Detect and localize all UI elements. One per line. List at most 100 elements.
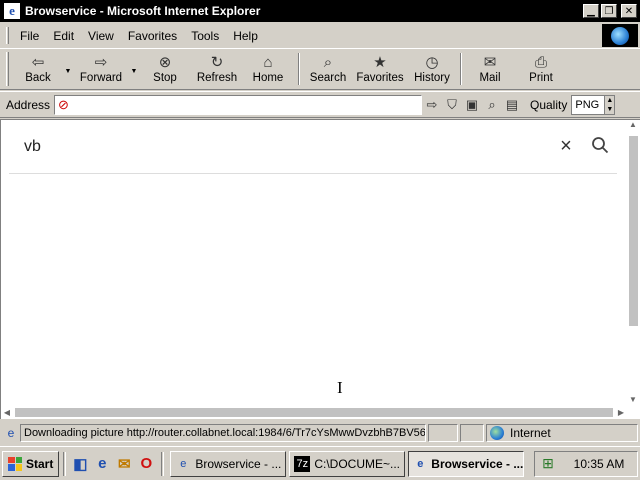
find-icon[interactable]: ⌕ (482, 97, 502, 113)
standard-toolbar: ⇦ Back ▼ ⇨ Forward ▼ ⊗ Stop ↻ Refresh ⌂ … (0, 48, 640, 90)
show-desktop-icon[interactable]: ◧ (69, 455, 91, 473)
quality-select[interactable]: PNG ▲ ▼ (571, 94, 616, 115)
start-button[interactable]: Start (2, 450, 60, 477)
search-box: × (9, 120, 617, 174)
forward-dropdown-icon[interactable]: ▼ (129, 68, 139, 75)
print-button[interactable]: ⎙ Print (513, 49, 569, 89)
title-bar: e Browservice - Microsoft Internet Explo… (0, 0, 640, 22)
scroll-up-icon[interactable]: ▲ (626, 120, 640, 132)
windows-logo-icon (8, 456, 22, 471)
address-field[interactable]: ⊘ (54, 94, 422, 115)
print-icon: ⎙ (534, 53, 547, 71)
clock[interactable]: 10:35 AM (561, 457, 637, 471)
status-bar: e Downloading picture http://router.coll… (0, 422, 640, 444)
quality-value: PNG (575, 98, 600, 111)
menu-grip[interactable] (6, 27, 9, 44)
toolbar-grip[interactable] (6, 52, 9, 86)
toolbar-separator (460, 53, 462, 85)
open-page-icon[interactable]: ▣ (462, 97, 482, 113)
task-button-browservice-1[interactable]: e Browservice - ... (170, 450, 287, 477)
minimize-button[interactable]: ▁ (583, 4, 599, 18)
taskbar-separator (161, 451, 165, 476)
scroll-right-icon[interactable]: ▶ (615, 408, 627, 417)
refresh-button[interactable]: ↻ Refresh (191, 49, 243, 89)
vertical-scrollbar[interactable]: ▲ ▼ (626, 120, 640, 407)
address-label: Address (6, 97, 51, 112)
restore-icon: ❐ (604, 5, 614, 17)
clipboard-icon[interactable]: ▤ (502, 97, 522, 113)
menu-tools[interactable]: Tools (184, 26, 226, 46)
favorites-button[interactable]: ★ Favorites (351, 49, 409, 89)
search-button[interactable]: ⌕ Search (305, 49, 351, 89)
address-bar: Address ⊘ ⇨ ⛉ ▣ ⌕ ▤ Quality PNG ▲ ▼ (0, 91, 640, 118)
stop-icon: ⊗ (158, 53, 172, 71)
task-label: Browservice - ... (195, 456, 282, 471)
task-button-cmd[interactable]: 7z C:\DOCUME~... (289, 450, 406, 477)
horizontal-scrollbar[interactable]: ◀ ▶ (1, 406, 627, 419)
menu-file[interactable]: File (13, 26, 46, 46)
bookmark-icon[interactable]: ⛉ (442, 97, 462, 113)
minimize-icon: ▁ (587, 5, 595, 17)
mail-button[interactable]: ✉ Mail (467, 49, 513, 89)
ie-task-icon: e (180, 457, 187, 470)
home-button[interactable]: ⌂ Home (243, 49, 293, 89)
throbber (602, 24, 638, 47)
internet-zone-icon (490, 426, 504, 440)
close-button[interactable]: ✕ (621, 4, 637, 18)
refresh-label: Refresh (196, 71, 238, 84)
stop-button[interactable]: ⊗ Stop (139, 49, 191, 89)
menu-bar: File Edit View Favorites Tools Help (0, 24, 640, 47)
vertical-scroll-thumb[interactable] (629, 136, 638, 326)
back-dropdown-icon[interactable]: ▼ (63, 68, 73, 75)
home-label: Home (252, 71, 284, 84)
clear-icon[interactable]: × (549, 135, 583, 158)
search-icon: ⌕ (323, 53, 333, 71)
globe-icon (611, 26, 629, 45)
opera-icon[interactable]: O (135, 455, 157, 472)
spinner-icon[interactable]: ▲ ▼ (604, 95, 615, 114)
menu-edit[interactable]: Edit (46, 26, 81, 46)
status-text: Downloading picture http://router.collab… (20, 424, 426, 442)
status-progress-cell (428, 424, 458, 442)
quality-label: Quality (530, 97, 568, 112)
scroll-down-icon[interactable]: ▼ (626, 395, 640, 407)
taskbar: Start ◧ e ✉ O e Browservice - ... 7z C:\… (0, 446, 640, 480)
network-icon[interactable]: ⊞ (535, 455, 561, 472)
history-icon: ◷ (425, 53, 439, 71)
window-title: Browservice - Microsoft Internet Explore… (25, 4, 261, 18)
task-label: Browservice - ... (431, 456, 524, 471)
mail-label: Mail (479, 71, 501, 84)
scroll-left-icon[interactable]: ◀ (1, 408, 13, 417)
back-button[interactable]: ⇦ Back (13, 49, 63, 89)
internet-explorer-icon[interactable]: e (91, 455, 113, 472)
stop-label: Stop (153, 71, 177, 84)
close-icon: ✕ (624, 5, 634, 17)
history-button[interactable]: ◷ History (409, 49, 455, 89)
home-icon: ⌂ (263, 53, 273, 71)
taskbar-separator (63, 451, 67, 476)
ie-icon[interactable]: e (4, 3, 20, 19)
no-entry-icon: ⊘ (58, 97, 69, 112)
text-cursor-icon: I (337, 378, 343, 397)
outlook-express-icon[interactable]: ✉ (113, 455, 135, 473)
toolbar-separator (298, 53, 300, 85)
menu-view[interactable]: View (81, 26, 121, 46)
status-lock-cell (460, 424, 484, 442)
print-label: Print (529, 71, 553, 84)
task-button-browservice-2[interactable]: e Browservice - ... (408, 450, 525, 477)
security-zone[interactable]: Internet (486, 424, 638, 442)
menu-help[interactable]: Help (226, 26, 265, 46)
zone-label: Internet (510, 426, 551, 440)
go-arrow-icon[interactable]: ⇨ (422, 97, 442, 113)
refresh-icon: ↻ (210, 53, 224, 71)
search-input[interactable] (9, 131, 549, 162)
restore-button[interactable]: ❐ (601, 4, 617, 18)
menu-favorites[interactable]: Favorites (121, 26, 184, 46)
forward-button[interactable]: ⇨ Forward (73, 49, 129, 89)
horizontal-scroll-thumb[interactable] (15, 408, 613, 417)
forward-label: Forward (79, 71, 123, 84)
mail-icon: ✉ (483, 53, 497, 71)
command-prompt-icon: 7z (294, 455, 311, 472)
start-label: Start (26, 456, 54, 471)
search-icon[interactable] (583, 136, 617, 157)
